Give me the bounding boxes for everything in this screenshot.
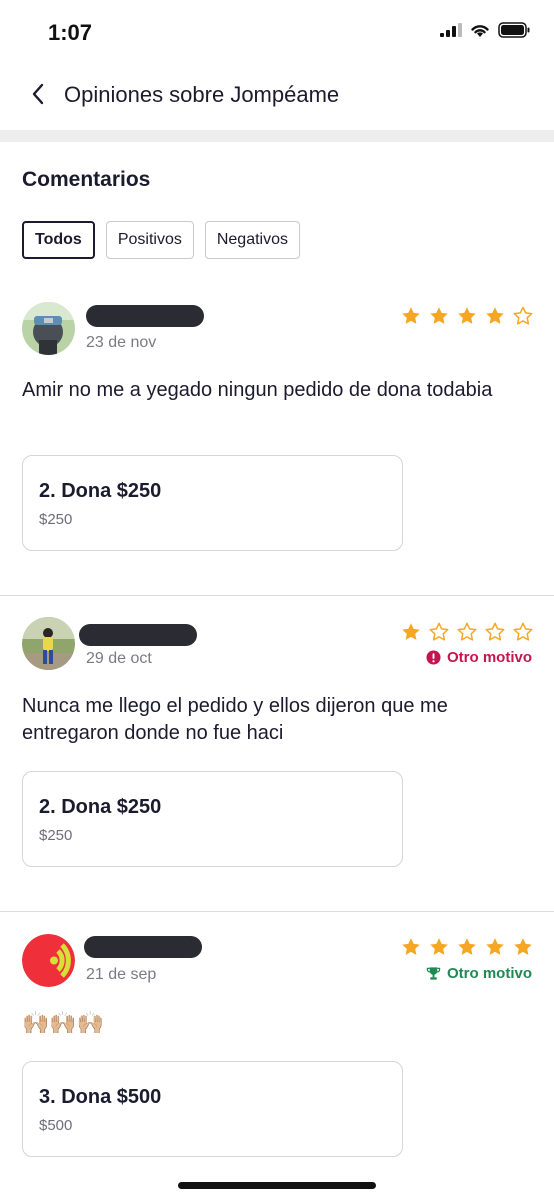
- review-date: 21 de sep: [86, 966, 157, 983]
- reviewer-avatar: [22, 302, 75, 355]
- review-comment: Amir no me a yegado ningun pedido de don…: [22, 379, 493, 401]
- review-reason-tag: Otro motivo: [426, 649, 532, 666]
- page-title: Opiniones sobre Jompéame: [64, 82, 340, 107]
- status-time: 1:07: [48, 20, 93, 45]
- star-filled-icon: [402, 623, 420, 640]
- cellular-signal-icon: [440, 23, 462, 37]
- review-comment: Nunca me llego el pedido y ellos dijeron…: [22, 695, 448, 744]
- reviewer-name-redacted: [79, 624, 197, 646]
- star-filled-icon: [514, 938, 532, 955]
- filter-all-chip[interactable]: Todos: [22, 221, 95, 259]
- product-name: 3. Dona $500: [39, 1086, 162, 1108]
- star-outline-icon: [457, 622, 477, 641]
- review-date: 29 de oct: [86, 650, 152, 667]
- reviewer-avatar: [22, 617, 75, 670]
- star-filled-icon: [458, 307, 476, 324]
- product-name: 2. Dona $250: [39, 480, 162, 502]
- product-card[interactable]: 2. Dona $250 $250: [22, 455, 403, 551]
- reviewer-name-redacted: [84, 936, 202, 958]
- star-outline-icon: [513, 622, 533, 641]
- star-filled-icon: [486, 307, 504, 324]
- product-price: $250: [39, 827, 73, 844]
- product-card[interactable]: 3. Dona $500 $500: [22, 1061, 403, 1157]
- header-divider: [0, 130, 554, 142]
- review-divider: [0, 595, 554, 596]
- filter-chips: Todos Positivos Negativos: [22, 221, 300, 259]
- filter-negative-chip[interactable]: Negativos: [204, 221, 300, 259]
- back-button[interactable]: [22, 78, 54, 110]
- star-filled-icon: [402, 938, 420, 955]
- rating-stars: [400, 305, 534, 327]
- wifi-icon: [471, 24, 489, 37]
- review-divider: [0, 911, 554, 912]
- rating-stars: [400, 936, 534, 958]
- home-indicator: [178, 1182, 376, 1189]
- status-bar: 1:07: [0, 0, 554, 64]
- star-filled-icon: [458, 938, 476, 955]
- star-outline-icon: [485, 622, 505, 641]
- battery-icon: [498, 22, 530, 38]
- reviewer-avatar: [22, 934, 75, 987]
- review-reason-label: Otro motivo: [447, 649, 532, 666]
- chevron-left-icon: [32, 83, 44, 105]
- product-price: $250: [39, 511, 73, 528]
- review-date: 23 de nov: [86, 334, 157, 351]
- reviewer-name-redacted: [86, 305, 204, 327]
- star-outline-icon: [429, 622, 449, 641]
- star-filled-icon: [486, 938, 504, 955]
- trophy-icon: [426, 967, 441, 980]
- alert-icon: [426, 650, 441, 665]
- star-filled-icon: [430, 307, 448, 324]
- section-title: Comentarios: [22, 168, 151, 191]
- nav-bar: Opiniones sobre Jompéame: [0, 64, 554, 130]
- product-card[interactable]: 2. Dona $250 $250: [22, 771, 403, 867]
- product-price: $500: [39, 1117, 73, 1134]
- filter-positive-chip[interactable]: Positivos: [105, 221, 194, 259]
- rating-stars: [400, 621, 534, 643]
- review-comment: 🙌🏼🙌🏼🙌🏼: [22, 1010, 105, 1035]
- star-filled-icon: [402, 307, 420, 324]
- review-reason-label: Otro motivo: [447, 965, 532, 982]
- review-reason-tag: Otro motivo: [426, 965, 532, 982]
- star-outline-icon: [513, 306, 533, 325]
- star-filled-icon: [430, 938, 448, 955]
- product-name: 2. Dona $250: [39, 796, 162, 818]
